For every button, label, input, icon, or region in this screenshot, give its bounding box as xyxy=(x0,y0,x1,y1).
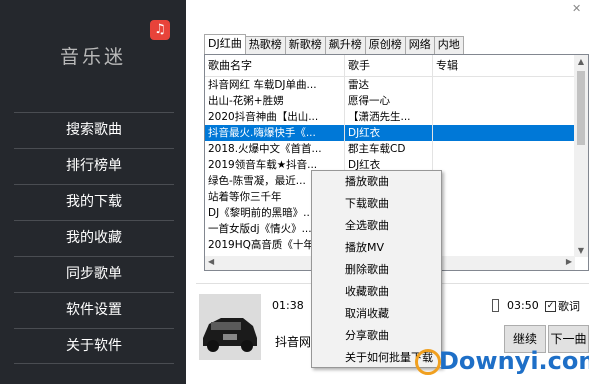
sidebar-item-about[interactable]: 关于软件 xyxy=(14,328,174,364)
sidebar-item-favorites[interactable]: 我的收藏 xyxy=(14,220,174,256)
tab-original[interactable]: 原创榜 xyxy=(364,36,406,54)
menu-item-play[interactable]: 播放歌曲 xyxy=(312,171,441,193)
column-header-album[interactable]: 专辑 xyxy=(433,55,573,76)
app-title: 音乐迷 xyxy=(59,46,126,68)
album-cell xyxy=(433,77,573,93)
album-cell xyxy=(433,125,573,141)
menu-item-favorite[interactable]: 收藏歌曲 xyxy=(312,281,441,303)
close-icon[interactable]: ✕ xyxy=(572,2,581,15)
tab-dj[interactable]: DJ红曲 xyxy=(204,34,246,54)
scroll-up-icon[interactable]: ▲ xyxy=(576,57,586,66)
scroll-down-icon[interactable]: ▼ xyxy=(576,246,586,255)
table-row[interactable]: 2018.火爆中文《首首... 郡主车载CD xyxy=(205,141,588,157)
context-menu: 播放歌曲 下载歌曲 全选歌曲 播放MV 删除歌曲 收藏歌曲 取消收藏 分享歌曲 … xyxy=(311,170,442,368)
now-playing-title: 抖音网 xyxy=(275,335,312,349)
song-name-cell: 抖音最火.嗨爆快手《... xyxy=(205,125,345,141)
column-header-song[interactable]: 歌曲名字 xyxy=(205,55,345,76)
artist-cell: 郡主车载CD xyxy=(345,141,433,157)
sidebar-item-charts[interactable]: 排行榜单 xyxy=(14,148,174,184)
watermark: Downyi.com xyxy=(415,343,589,384)
scroll-right-icon[interactable]: ▶ xyxy=(566,257,572,266)
album-cell xyxy=(433,173,573,189)
menu-item-select-all[interactable]: 全选歌曲 xyxy=(312,215,441,237)
vertical-scrollbar[interactable]: ▲ ▼ xyxy=(574,55,588,257)
menu-item-play-mv[interactable]: 播放MV xyxy=(312,237,441,259)
sidebar: ♫ 音乐迷 搜索歌曲 排行榜单 我的下载 我的收藏 同步歌单 软件设置 关于软件 xyxy=(0,0,186,384)
column-header-artist[interactable]: 歌手 xyxy=(345,55,433,76)
checkbox-icon[interactable]: ✓ xyxy=(545,300,556,312)
top-bar xyxy=(186,0,589,30)
album-cell xyxy=(433,141,573,157)
watermark-logo-icon xyxy=(415,349,441,375)
album-cell xyxy=(433,157,573,173)
menu-item-download[interactable]: 下载歌曲 xyxy=(312,193,441,215)
menu-item-delete[interactable]: 删除歌曲 xyxy=(312,259,441,281)
scrollbar-thumb[interactable] xyxy=(577,71,585,145)
song-name-cell: 2020抖音神曲【出山... xyxy=(205,109,345,125)
table-row[interactable]: 抖音最火.嗨爆快手《... DJ红衣 xyxy=(205,125,588,141)
tab-mainland[interactable]: 内地 xyxy=(433,36,464,54)
tab-network[interactable]: 网络 xyxy=(404,36,435,54)
sidebar-item-settings[interactable]: 软件设置 xyxy=(14,292,174,328)
current-time: 01:38 xyxy=(272,299,304,312)
app-window: ♫ 音乐迷 搜索歌曲 排行榜单 我的下载 我的收藏 同步歌单 软件设置 关于软件… xyxy=(0,0,589,384)
watermark-text: Downyi.com xyxy=(439,347,589,375)
sidebar-item-downloads[interactable]: 我的下载 xyxy=(14,184,174,220)
album-cell xyxy=(433,237,573,253)
app-logo-icon: ♫ xyxy=(150,20,170,40)
album-cell xyxy=(433,109,573,125)
table-row[interactable]: 2020抖音神曲【出山... 【潇洒先生... xyxy=(205,109,588,125)
progress-slider-handle[interactable] xyxy=(492,299,499,312)
list-header: 歌曲名字 歌手 专辑 xyxy=(205,55,588,77)
sidebar-item-search[interactable]: 搜索歌曲 xyxy=(14,112,174,148)
total-time: 03:50 xyxy=(507,299,539,312)
song-name-cell: 2018.火爆中文《首首... xyxy=(205,141,345,157)
lyric-checkbox[interactable]: ✓ 歌词 xyxy=(545,298,580,314)
tab-new[interactable]: 新歌榜 xyxy=(284,36,326,54)
tab-hot[interactable]: 热歌榜 xyxy=(244,36,286,54)
artist-cell: 愿得一心 xyxy=(345,93,433,109)
album-cell xyxy=(433,93,573,109)
album-cell xyxy=(433,221,573,237)
table-row[interactable]: 抖音网红 车载DJ单曲... 雷达 xyxy=(205,77,588,93)
menu-item-unfavorite[interactable]: 取消收藏 xyxy=(312,303,441,325)
sidebar-item-sync[interactable]: 同步歌单 xyxy=(14,256,174,292)
album-cell xyxy=(433,205,573,221)
artist-cell: 雷达 xyxy=(345,77,433,93)
scroll-left-icon[interactable]: ◀ xyxy=(208,257,214,266)
song-name-cell: 抖音网红 车载DJ单曲... xyxy=(205,77,345,93)
lyric-label: 歌词 xyxy=(558,300,580,313)
album-cell xyxy=(433,189,573,205)
album-cover xyxy=(199,294,261,360)
chart-tabs: DJ红曲 热歌榜 新歌榜 飙升榜 原创榜 网络 内地 xyxy=(204,34,464,54)
song-name-cell: 出山-花粥+胜娚 xyxy=(205,93,345,109)
tab-rising[interactable]: 飙升榜 xyxy=(324,36,366,54)
artist-cell: 【潇洒先生... xyxy=(345,109,433,125)
table-row[interactable]: 出山-花粥+胜娚 愿得一心 xyxy=(205,93,588,109)
artist-cell: DJ红衣 xyxy=(345,125,433,141)
sidebar-nav: 搜索歌曲 排行榜单 我的下载 我的收藏 同步歌单 软件设置 关于软件 xyxy=(14,112,174,364)
